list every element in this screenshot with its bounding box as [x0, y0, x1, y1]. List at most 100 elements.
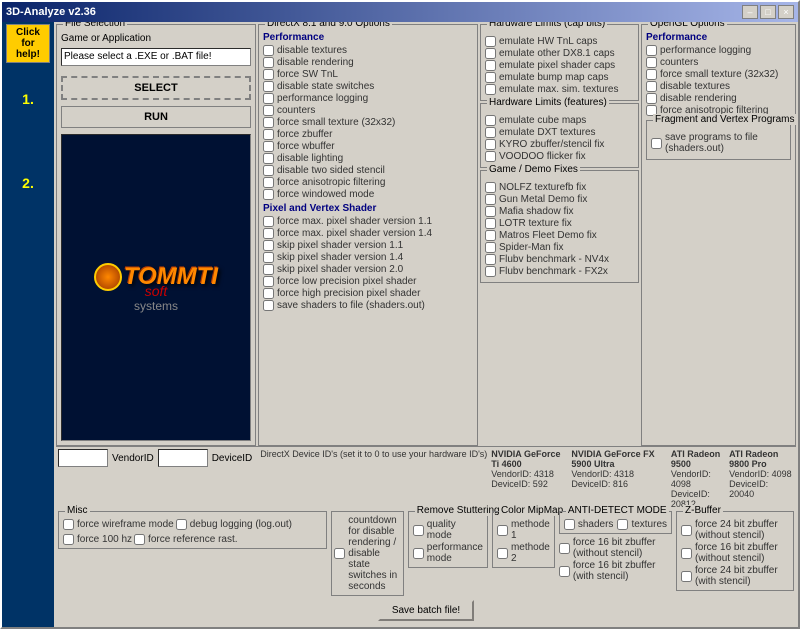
opengl-perf-label: Performance	[646, 32, 791, 43]
device-id-input[interactable]	[158, 449, 208, 467]
anti-detect-checkboxes: shaderstextures	[564, 514, 667, 531]
device-ids-title: DirectX Device ID's (set it to 0 to use …	[260, 449, 487, 459]
dx-pv-checkbox-7[interactable]	[263, 300, 274, 311]
game-fix-item-7: Flubv benchmark - FX2x	[485, 266, 634, 277]
game-fix-checkbox-3[interactable]	[485, 218, 496, 229]
dx-perf-checkbox-12[interactable]	[263, 189, 274, 200]
dx-perf-checkbox-1[interactable]	[263, 57, 274, 68]
dx-perf-item-9: disable lighting	[263, 153, 473, 164]
hw-feat-checkbox-2[interactable]	[485, 139, 496, 150]
game-fix-checkbox-1[interactable]	[485, 194, 496, 205]
hw-cap-label-3: emulate bump map caps	[499, 72, 609, 83]
color-mipmap-title: Color MipMap	[499, 505, 565, 516]
maximize-button[interactable]: □	[760, 5, 776, 19]
misc-checkbox-3[interactable]	[134, 534, 145, 545]
close-button[interactable]: ×	[778, 5, 794, 19]
dx-perf-checkbox-2[interactable]	[263, 69, 274, 80]
dx-perf-checkbox-8[interactable]	[263, 141, 274, 152]
opengl-checkbox-4[interactable]	[646, 93, 657, 104]
anti-detect-checkbox-1[interactable]	[617, 519, 628, 530]
dx-pv-checkbox-4[interactable]	[263, 264, 274, 275]
mipmap-checkbox-0[interactable]	[497, 525, 508, 536]
select-button[interactable]: SELECT	[61, 76, 251, 100]
mipmap-checkboxes: methode 1methode 2	[497, 514, 550, 564]
help-button[interactable]: Click for help!	[6, 24, 50, 63]
stutter-checkbox-1[interactable]	[413, 548, 424, 559]
opengl-label-4: disable rendering	[660, 93, 737, 104]
dx-pv-checkbox-6[interactable]	[263, 288, 274, 299]
dx-pv-checkbox-0[interactable]	[263, 216, 274, 227]
opengl-checkbox-2[interactable]	[646, 69, 657, 80]
dx-perf-checkbox-0[interactable]	[263, 45, 274, 56]
dx-pv-checkbox-3[interactable]	[263, 252, 274, 263]
game-fix-label-0: NOLFZ texturefb fix	[499, 182, 586, 193]
hw-cap-item-4: emulate max. sim. textures	[485, 84, 634, 95]
save-batch-button[interactable]: Save batch file!	[378, 600, 474, 621]
opengl-checkbox-0[interactable]	[646, 45, 657, 56]
misc-item-3: force reference rast.	[134, 534, 237, 545]
frag-checkbox-0[interactable]	[651, 138, 662, 149]
dx-perf-item-7: force zbuffer	[263, 129, 473, 140]
run-button[interactable]: RUN	[61, 106, 251, 128]
dx-perf-checkbox-6[interactable]	[263, 117, 274, 128]
game-fix-checkbox-4[interactable]	[485, 230, 496, 241]
dx-perf-checkbox-3[interactable]	[263, 81, 274, 92]
hw-feat-checkbox-0[interactable]	[485, 115, 496, 126]
hw-feat-checkbox-3[interactable]	[485, 151, 496, 162]
frag-item-0: save programs to file (shaders.out)	[651, 132, 786, 154]
vendor-id-label: VendorID	[112, 453, 154, 464]
dx-perf-label-5: counters	[277, 105, 315, 116]
game-fix-checkbox-0[interactable]	[485, 182, 496, 193]
device-id-label: DeviceID	[212, 453, 253, 464]
game-fix-checkbox-7[interactable]	[485, 266, 496, 277]
countdown-checkbox[interactable]	[334, 548, 345, 559]
game-fix-checkbox-2[interactable]	[485, 206, 496, 217]
game-fix-checkbox-6[interactable]	[485, 254, 496, 265]
zbuf-checkbox-1[interactable]	[681, 548, 692, 559]
device-card-0[interactable]: NVIDIA GeForce Ti 4600VendorID: 4318Devi…	[491, 449, 565, 509]
misc-checkbox-2[interactable]	[63, 534, 74, 545]
dx-perf-checkbox-9[interactable]	[263, 153, 274, 164]
dx-pv-checkbox-1[interactable]	[263, 228, 274, 239]
misc-item-1: debug logging (log.out)	[176, 519, 292, 530]
hw-feat-item-2: KYRO zbuffer/stencil fix	[485, 139, 634, 150]
dx-perf-label-6: force small texture (32x32)	[277, 117, 395, 128]
mipmap-checkbox-1[interactable]	[497, 548, 508, 559]
anti-detect-checkbox-0[interactable]	[564, 519, 575, 530]
dx-pv-checkbox-2[interactable]	[263, 240, 274, 251]
zbuf-checkbox-2[interactable]	[681, 571, 692, 582]
fragment-programs-title: Fragment and Vertex Programs	[653, 114, 797, 125]
dx-pv-checkbox-5[interactable]	[263, 276, 274, 287]
device-card-1[interactable]: NVIDIA GeForce FX 5900 UltraVendorID: 43…	[571, 449, 664, 509]
device-card-3[interactable]: ATI Radeon 9800 ProVendorID: 4098DeviceI…	[729, 449, 794, 509]
hw-cap-checkbox-1[interactable]	[485, 48, 496, 59]
opengl-checkbox-3[interactable]	[646, 81, 657, 92]
hw-cap-checkbox-3[interactable]	[485, 72, 496, 83]
misc-item-2: force 100 hz	[63, 534, 132, 545]
misc-checkbox-0[interactable]	[63, 519, 74, 530]
dx-perf-checkbox-10[interactable]	[263, 165, 274, 176]
hw-cap-checkbox-0[interactable]	[485, 36, 496, 47]
opengl-checkbox-1[interactable]	[646, 57, 657, 68]
dx-perf-checkbox-5[interactable]	[263, 105, 274, 116]
hw-cap-checkbox-4[interactable]	[485, 84, 496, 95]
misc-checkbox-1[interactable]	[176, 519, 187, 530]
force-bit-checkbox-0[interactable]	[559, 543, 570, 554]
hw-feat-item-0: emulate cube maps	[485, 115, 634, 126]
hw-cap-checkbox-2[interactable]	[485, 60, 496, 71]
dx-perf-label-2: force SW TnL	[277, 69, 338, 80]
hw-cap-item-1: emulate other DX8.1 caps	[485, 48, 634, 59]
dx-perf-label-0: disable textures	[277, 45, 347, 56]
force-bit-checkbox-1[interactable]	[559, 566, 570, 577]
device-card-2[interactable]: ATI Radeon 9500VendorID: 4098DeviceID: 2…	[671, 449, 723, 509]
hw-feat-checkbox-1[interactable]	[485, 127, 496, 138]
stutter-checkbox-0[interactable]	[413, 525, 424, 536]
logo-area: TOMMTI soft systems	[61, 134, 251, 441]
dx-perf-checkbox-7[interactable]	[263, 129, 274, 140]
game-fix-checkbox-5[interactable]	[485, 242, 496, 253]
vendor-id-input[interactable]	[58, 449, 108, 467]
dx-perf-checkbox-4[interactable]	[263, 93, 274, 104]
minimize-button[interactable]: –	[742, 5, 758, 19]
zbuf-checkbox-0[interactable]	[681, 525, 692, 536]
dx-perf-checkbox-11[interactable]	[263, 177, 274, 188]
